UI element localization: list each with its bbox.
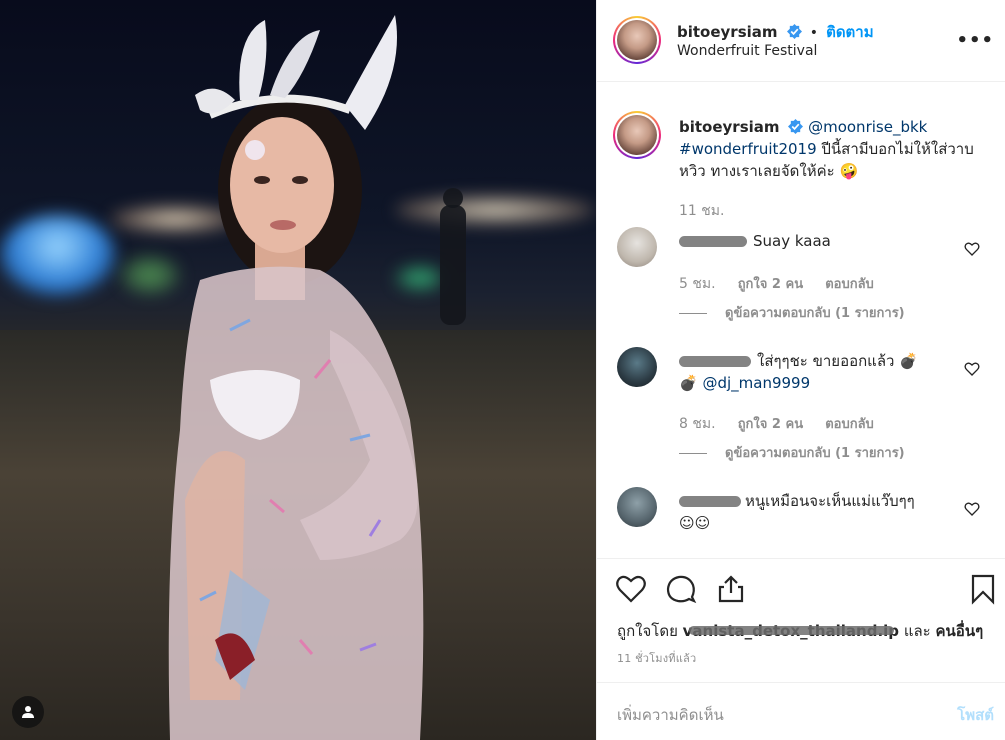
share-icon[interactable]: [715, 573, 747, 605]
comment-meta: 8 ชม. ถูกใจ 2 คน ตอบกลับ: [679, 413, 892, 435]
post-side-panel: bitoeyrsiam • ติดตาม Wonderfruit Festiva…: [596, 0, 1005, 740]
comment-icon[interactable]: [665, 573, 697, 605]
redacted-liker: [689, 626, 894, 635]
comment-body: ใส่ๆๆชะ ขายออกแล้ว 💣: [757, 352, 918, 370]
post-comment-button[interactable]: โพสต์: [957, 703, 994, 727]
comment-likes[interactable]: ถูกใจ 2 คน: [738, 277, 803, 292]
comment-like-icon[interactable]: [964, 361, 980, 377]
follow-button[interactable]: ติดตาม: [826, 23, 874, 41]
liked-by-others[interactable]: คนอื่นๆ: [936, 622, 984, 640]
caption-avatar[interactable]: [613, 111, 661, 159]
comment-meta: 5 ชม. ถูกใจ 2 คน ตอบกลับ: [679, 273, 892, 295]
liked-by-prefix: ถูกใจโดย: [617, 622, 678, 640]
comment-text: Suay kaaa: [753, 232, 831, 250]
comment-text: ใส่ๆๆชะ ขายออกแล้ว 💣 💣 @dj_man9999: [679, 350, 954, 394]
view-replies-button[interactable]: ดูข้อความตอบกลับ (1 รายการ): [679, 442, 905, 463]
comment-avatar[interactable]: [617, 487, 657, 527]
comment-text: หนูเหมือนจะเห็นแม่แว๊บๆๆ ☺☺: [679, 490, 954, 534]
comment-body: หนูเหมือนจะเห็นแม่แว๊บๆๆ: [745, 492, 915, 510]
add-comment-bar: เพิ่มความคิดเห็น โพสต์: [597, 682, 1005, 740]
post-photo[interactable]: [0, 0, 596, 740]
comment-input[interactable]: เพิ่มความคิดเห็น: [617, 703, 724, 727]
post-header: bitoeyrsiam • ติดตาม Wonderfruit Festiva…: [597, 0, 1005, 82]
smile-emoji: ☺☺: [679, 514, 711, 532]
comment-time[interactable]: 8 ชม.: [679, 416, 716, 432]
verified-badge-icon: [788, 119, 804, 134]
author-username[interactable]: bitoeyrsiam: [677, 23, 778, 41]
more-options-icon[interactable]: •••: [956, 30, 994, 51]
author-avatar[interactable]: [613, 16, 661, 64]
bookmark-icon[interactable]: [967, 573, 999, 605]
comment-time[interactable]: 5 ชม.: [679, 276, 716, 292]
caption-username[interactable]: bitoeyrsiam: [679, 118, 780, 136]
comments-list: bitoeyrsiam @moonrise_bkk #wonderfruit20…: [597, 83, 1005, 558]
user-tag-button[interactable]: [12, 696, 44, 728]
liked-by-and: และ: [903, 622, 931, 640]
comment-reply-button[interactable]: ตอบกลับ: [825, 277, 874, 292]
comment-reply-button[interactable]: ตอบกลับ: [825, 417, 874, 432]
separator-dot: •: [809, 25, 818, 41]
user-tag-icon: [22, 706, 34, 718]
woman-figure: [168, 15, 466, 740]
view-replies-label: ดูข้อความตอบกลับ (1 รายการ): [725, 306, 905, 321]
caption-time[interactable]: 11 ชม.: [679, 200, 724, 222]
comment-avatar[interactable]: [617, 227, 657, 267]
comment-like-icon[interactable]: [964, 501, 980, 517]
caption-mention[interactable]: @moonrise_bkk: [808, 118, 927, 136]
post-actions: ถูกใจโดย vanista_detox_thailand.ip และ ค…: [597, 558, 1005, 682]
redacted-username: [679, 236, 747, 247]
posted-time[interactable]: 11 ชั่วโมงที่แล้ว: [617, 649, 696, 667]
caption-text: bitoeyrsiam @moonrise_bkk #wonderfruit20…: [679, 116, 994, 182]
comment-avatar[interactable]: [617, 347, 657, 387]
view-replies-button[interactable]: ดูข้อความตอบกลับ (1 รายการ): [679, 302, 905, 323]
comment-mention[interactable]: @dj_man9999: [702, 374, 810, 392]
heart-icon[interactable]: [615, 573, 647, 605]
caption-hashtag[interactable]: #wonderfruit2019: [679, 140, 817, 158]
verified-badge-icon: [786, 24, 802, 39]
comment-likes[interactable]: ถูกใจ 2 คน: [738, 417, 803, 432]
bomb-emoji: 💣: [679, 374, 698, 392]
comment-like-icon[interactable]: [964, 241, 980, 257]
post-location[interactable]: Wonderfruit Festival: [677, 43, 817, 59]
view-replies-label: ดูข้อความตอบกลับ (1 รายการ): [725, 446, 905, 461]
